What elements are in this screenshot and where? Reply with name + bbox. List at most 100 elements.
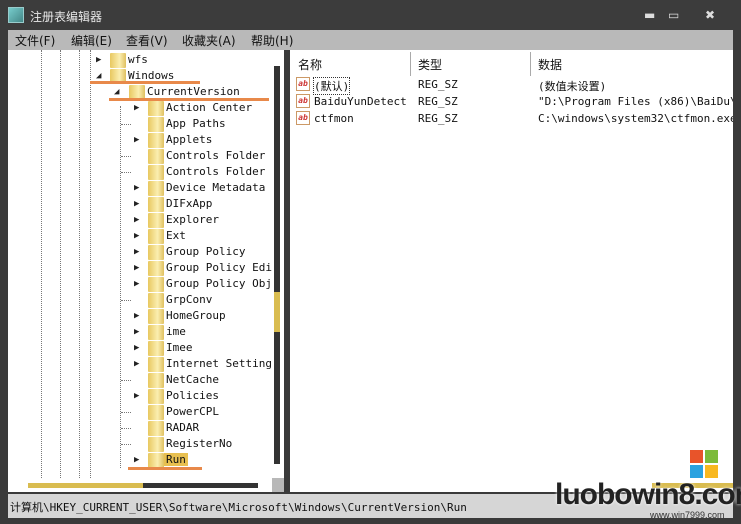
tree-node-label: Run [164,453,188,466]
tree-node[interactable]: ▶ Imee [8,340,268,356]
tree-node[interactable]: RegisterNo [8,436,268,452]
column-header-type[interactable]: 类型 [418,56,442,73]
folder-icon [148,245,164,260]
expand-arrow-icon[interactable]: ▶ [134,391,139,401]
tree-node-wfs[interactable]: ▶ wfs [8,52,268,68]
folder-icon [148,277,164,292]
menu-view[interactable]: 查看(V) [126,32,168,49]
folder-icon [148,181,164,196]
expand-arrow-icon[interactable]: ▶ [134,455,139,465]
tree-node-label: Group Policy Edit [166,261,279,274]
expand-arrow-icon[interactable]: ▶ [134,135,139,145]
tree-node-label: Imee [166,341,193,354]
menu-help[interactable]: 帮助(H) [251,32,293,49]
tree-connector [121,428,131,429]
tree-node[interactable]: Controls Folder [8,148,268,164]
tree-node-label: HomeGroup [166,309,226,322]
menu-edit[interactable]: 编辑(E) [71,32,112,49]
expand-arrow-icon[interactable]: ▶ [134,359,139,369]
tree-node-label: Explorer [166,213,219,226]
expand-arrow-icon[interactable]: ▶ [134,199,139,209]
expand-arrow-icon[interactable]: ▶ [134,343,139,353]
tree-connector [121,412,131,413]
tree-node[interactable]: ▶ Ext [8,228,268,244]
minimize-button[interactable]: ▬ [644,8,655,22]
tree-node-label: RADAR [166,421,200,434]
column-header-data[interactable]: 数据 [538,56,562,73]
expand-arrow-icon[interactable]: ▶ [134,263,139,273]
values-pane[interactable]: 名称 类型 数据 ab (默认) REG_SZ (数值未设置) ab BaiduY… [290,50,733,492]
tree-node[interactable]: ▶ HomeGroup [8,308,268,324]
folder-icon [148,373,164,388]
folder-icon [148,389,164,404]
folder-icon [148,101,164,116]
tree-node[interactable]: ▶ Run [8,452,268,468]
scroll-thumb[interactable] [28,483,143,488]
expand-arrow-icon[interactable]: ▶ [134,231,139,241]
tree-node[interactable]: ▶ Action Center [8,100,268,116]
tree-node[interactable]: NetCache [8,372,268,388]
tree-node[interactable]: ▶ Internet Settings [8,356,279,372]
value-row[interactable]: ab BaiduYunDetect REG_SZ "D:\Program Fil… [290,93,733,110]
tree-node[interactable]: ▶ Explorer [8,212,268,228]
scroll-thumb[interactable] [274,292,280,332]
tree-node-label: PowerCPL [166,405,219,418]
tree-connector [121,156,131,157]
scroll-track [143,483,258,488]
tree-connector [121,172,131,173]
folder-icon [148,341,164,356]
tree-node[interactable]: ▶ Device Metadata [8,180,268,196]
menu-favorites[interactable]: 收藏夹(A) [182,32,236,49]
tree-node[interactable]: ▶ ime [8,324,268,340]
value-type: REG_SZ [418,78,458,91]
windows-logo [690,450,718,478]
expand-arrow-icon[interactable]: ▶ [134,215,139,225]
collapse-arrow-icon[interactable]: ◢ [114,87,119,97]
expand-arrow-icon[interactable]: ▶ [134,279,139,289]
value-row[interactable]: ab ctfmon REG_SZ C:\windows\system32\ctf… [290,110,733,127]
expand-arrow-icon[interactable]: ▶ [134,103,139,113]
value-row[interactable]: ab (默认) REG_SZ (数值未设置) [290,76,733,95]
tree-node-label: Internet Settings [166,357,279,370]
registry-tree[interactable]: ▶ wfs ◢ Windows ◢ CurrentVersion ▶ Action… [8,50,284,492]
expand-arrow-icon[interactable]: ▶ [134,247,139,257]
menu-bar: 文件(F) 编辑(E) 查看(V) 收藏夹(A) 帮助(H) [8,30,733,50]
scroll-track [274,66,280,464]
string-value-icon: ab [296,77,310,91]
tree-node[interactable]: ▶ Group Policy [8,244,268,260]
tree-node[interactable]: ▶ Group Policy Edit [8,260,279,276]
folder-icon [148,229,164,244]
folder-icon [110,53,126,68]
tree-node-label: Action Center [166,101,253,114]
tree-node[interactable]: ▶ DIFxApp [8,196,268,212]
folder-icon [148,357,164,372]
folder-icon [148,405,164,420]
menu-file[interactable]: 文件(F) [15,32,55,49]
folder-icon [148,213,164,228]
maximize-button[interactable]: ▭ [668,8,679,22]
tree-node[interactable]: ▶ Applets [8,132,268,148]
value-name: ctfmon [314,112,354,125]
tree-node-label: Group Policy [166,245,246,258]
column-header-name[interactable]: 名称 [298,56,322,73]
expand-arrow-icon[interactable]: ▶ [134,327,139,337]
tree-node[interactable]: App Paths [8,116,268,132]
tree-node-label: GrpConv [166,293,213,306]
tree-node[interactable]: Controls Folder ( [8,164,279,180]
expand-arrow-icon[interactable]: ▶ [96,55,101,65]
value-data: "D:\Program Files (x86)\BaiDu\Yu [538,95,733,108]
close-button[interactable]: ✖ [705,8,715,22]
tree-node[interactable]: PowerCPL [8,404,268,420]
tree-node-label: Ext [166,229,186,242]
collapse-arrow-icon[interactable]: ◢ [96,71,101,81]
expand-arrow-icon[interactable]: ▶ [134,183,139,193]
tree-node[interactable]: GrpConv [8,292,268,308]
tree-node[interactable]: ▶ Policies [8,388,268,404]
folder-icon [148,437,164,452]
folder-icon [148,309,164,324]
tree-node-label: App Paths [166,117,226,130]
tree-node[interactable]: RADAR [8,420,268,436]
tree-node-label: Policies [166,389,219,402]
tree-node[interactable]: ▶ Group Policy Obje [8,276,279,292]
expand-arrow-icon[interactable]: ▶ [134,311,139,321]
